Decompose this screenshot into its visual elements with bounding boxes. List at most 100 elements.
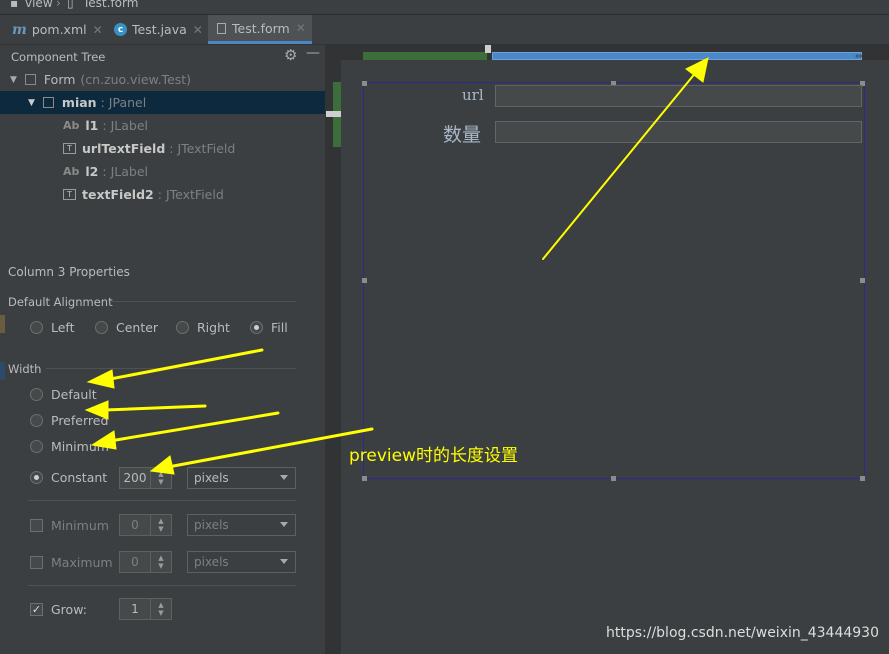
row-splitter-handle[interactable] xyxy=(326,111,342,117)
radio-label: Default xyxy=(51,387,97,402)
expand-arrow-icon[interactable]: ▼ xyxy=(28,98,35,108)
tab-pom-xml[interactable]: m pom.xml ✕ xyxy=(12,15,108,44)
radio-align-left[interactable]: Left xyxy=(30,320,75,335)
divider xyxy=(46,368,296,369)
radio-circle[interactable] xyxy=(30,414,43,427)
radio-circle[interactable] xyxy=(176,321,189,334)
constant-unit-select[interactable]: pixels xyxy=(187,467,296,489)
spinner-value[interactable]: 0 xyxy=(120,518,150,532)
gear-icon[interactable]: ⚙ xyxy=(284,46,297,64)
checkbox-label: Grow: xyxy=(51,602,87,617)
radio-circle-selected[interactable] xyxy=(30,471,43,484)
radio-align-fill[interactable]: Fill xyxy=(250,320,288,335)
maximum-checkbox-row[interactable]: Maximum xyxy=(30,555,113,570)
tree-row-urltextfield[interactable]: T urlTextField : JTextField xyxy=(0,137,325,160)
radio-align-right[interactable]: Right xyxy=(176,320,230,335)
spinner-arrows-icon[interactable]: ▲ ▼ xyxy=(150,468,171,488)
tree-row-l2[interactable]: Ab l2 : JLabel xyxy=(0,160,325,183)
radio-circle[interactable] xyxy=(30,388,43,401)
minimum-spinner[interactable]: 0 ▲ ▼ xyxy=(119,514,172,536)
tab-test-java[interactable]: c Test.java ✕ xyxy=(114,15,206,44)
minimize-icon[interactable]: — xyxy=(306,45,320,61)
row-indicator[interactable] xyxy=(333,117,341,147)
tab-label: Test.java xyxy=(132,22,187,37)
divider xyxy=(28,585,296,586)
tree-node-name: Form xyxy=(43,72,76,87)
resize-handle[interactable] xyxy=(860,476,865,481)
radio-width-minimum[interactable]: Minimum xyxy=(30,439,109,454)
radio-circle-selected[interactable] xyxy=(250,321,263,334)
spinner-value[interactable]: 0 xyxy=(120,555,150,569)
column-3-indicator-selected[interactable] xyxy=(492,52,862,60)
tree-row-form[interactable]: ▼ Form (cn.zuo.view.Test) xyxy=(0,68,325,91)
label-url[interactable]: url xyxy=(462,86,484,104)
tree-node-separator: : xyxy=(157,187,162,202)
breadcrumb-item-test-form[interactable]: Test.form xyxy=(83,0,138,10)
chevron-down-icon xyxy=(280,522,288,527)
label-quantity[interactable]: 数量 xyxy=(443,120,481,147)
maximum-unit-select[interactable]: pixels xyxy=(187,551,296,573)
radio-align-center[interactable]: Center xyxy=(95,320,158,335)
java-class-icon: c xyxy=(114,23,127,36)
close-icon[interactable]: ✕ xyxy=(193,23,203,37)
maximum-checkbox[interactable] xyxy=(30,556,43,569)
resize-handle[interactable] xyxy=(860,278,865,283)
grow-spinner[interactable]: 1 ▲ ▼ xyxy=(119,598,172,620)
maximum-spinner[interactable]: 0 ▲ ▼ xyxy=(119,551,172,573)
spinner-arrows-icon[interactable]: ▲ ▼ xyxy=(150,552,171,572)
constant-width-spinner[interactable]: 200 ▲ ▼ xyxy=(119,467,172,489)
component-tree-panel: Component Tree ⚙ — ▼ Form (cn.zuo.view.T… xyxy=(0,45,325,654)
expand-arrow-icon[interactable]: ▼ xyxy=(10,75,17,85)
tree-row-l1[interactable]: Ab l1 : JLabel xyxy=(0,114,325,137)
label-icon: Ab xyxy=(63,119,80,132)
radio-circle[interactable] xyxy=(95,321,108,334)
column-splitter-handle[interactable] xyxy=(485,45,491,53)
tree-row-textfield2[interactable]: T textField2 : JTextField xyxy=(0,183,325,206)
tree-row-mian[interactable]: ▼ mian : JPanel xyxy=(0,91,325,114)
minimum-unit-select[interactable]: pixels xyxy=(187,514,296,536)
close-icon[interactable]: ✕ xyxy=(93,23,103,37)
radio-circle[interactable] xyxy=(30,321,43,334)
spinner-value[interactable]: 200 xyxy=(120,471,150,485)
tree-node-name: l2 xyxy=(85,164,99,179)
select-value: pixels xyxy=(194,518,229,532)
tree-node-detail: JLabel xyxy=(110,118,149,133)
check-icon[interactable]: ✓ xyxy=(30,603,43,616)
tab-label: Test.form xyxy=(232,20,290,36)
textfield-icon: T xyxy=(63,143,76,154)
url-text-field[interactable] xyxy=(495,85,862,107)
spinner-arrows-icon[interactable]: ▲ ▼ xyxy=(150,515,171,535)
grow-checkbox-row[interactable]: ✓ Grow: xyxy=(30,602,87,617)
panel-icon xyxy=(42,97,54,108)
label-icon: Ab xyxy=(63,165,80,178)
minimum-checkbox-row[interactable]: Minimum xyxy=(30,518,109,533)
tree-node-detail: JTextField xyxy=(165,187,224,202)
radio-width-default[interactable]: Default xyxy=(30,387,97,402)
radio-label: Right xyxy=(197,320,230,335)
spinner-arrows-icon[interactable]: ▲ ▼ xyxy=(150,599,171,619)
divider xyxy=(28,500,296,501)
divider xyxy=(110,301,296,302)
row-indicator[interactable] xyxy=(333,82,341,112)
watermark: https://blog.csdn.net/weixin_43444930 xyxy=(605,625,879,641)
tree-node-detail: (cn.zuo.view.Test) xyxy=(80,72,192,87)
resize-handle[interactable] xyxy=(362,81,367,86)
editor-tab-bar: m pom.xml ✕ c Test.java ✕ Test.form ✕ xyxy=(0,15,889,45)
radio-width-preferred[interactable]: Preferred xyxy=(30,413,108,428)
spinner-value[interactable]: 1 xyxy=(120,602,150,616)
column-indicator[interactable] xyxy=(363,52,487,60)
minimum-checkbox[interactable] xyxy=(30,519,43,532)
width-label: Width xyxy=(8,362,42,376)
radio-circle[interactable] xyxy=(30,440,43,453)
resize-handle[interactable] xyxy=(362,476,367,481)
tab-test-form[interactable]: Test.form ✕ xyxy=(208,15,312,44)
resize-handle[interactable] xyxy=(611,476,616,481)
radio-label: Center xyxy=(116,320,159,335)
resize-handle[interactable] xyxy=(362,278,367,283)
breadcrumb-item-view[interactable]: view xyxy=(25,0,53,10)
close-icon[interactable]: ✕ xyxy=(296,21,306,35)
tree-node-separator: : xyxy=(100,95,105,110)
radio-width-constant[interactable]: Constant xyxy=(30,470,107,485)
side-marker xyxy=(0,362,5,380)
text-field-2[interactable] xyxy=(495,121,862,143)
